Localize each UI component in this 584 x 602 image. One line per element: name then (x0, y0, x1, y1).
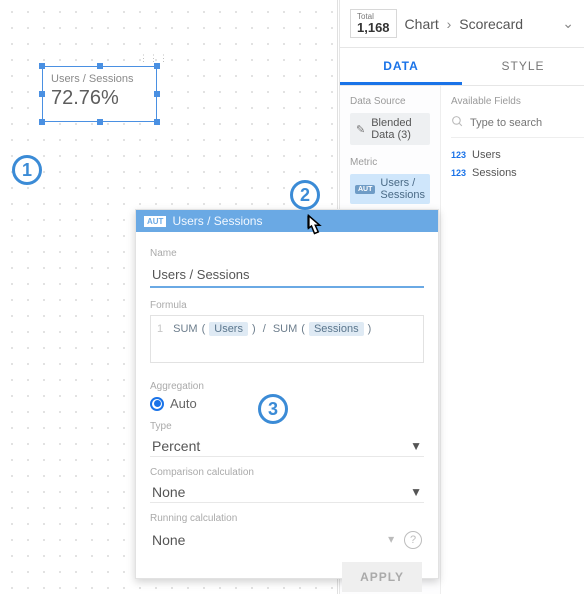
resize-handle[interactable] (154, 91, 160, 97)
annotation-3: 3 (258, 394, 288, 424)
chevron-right-icon: › (447, 16, 452, 32)
apply-button[interactable]: APPLY (342, 562, 422, 592)
resize-handle[interactable] (154, 119, 160, 125)
formula-editor[interactable]: 1 SUM( Users ) / SUM( Sessions ) (150, 315, 424, 363)
running-label: Running calculation (150, 513, 424, 524)
aggregation-value: Auto (170, 396, 197, 411)
search-icon (451, 115, 464, 131)
resize-handle[interactable] (39, 91, 45, 97)
available-fields-title: Available Fields (451, 96, 584, 107)
resize-handle[interactable] (39, 63, 45, 69)
caret-down-icon: ▾ (388, 532, 394, 546)
resize-handle[interactable] (154, 63, 160, 69)
aut-badge: AUT (144, 216, 166, 227)
formula-field-chip: Users (209, 322, 248, 336)
field-row[interactable]: 123 Users (451, 146, 584, 164)
chevron-down-icon[interactable]: ⌄ (562, 15, 574, 32)
comparison-select[interactable]: None ▼ (150, 482, 424, 503)
crumb-chart: Chart (405, 16, 439, 32)
available-fields-column: Available Fields 123 Users 123 Sessions (441, 86, 584, 594)
running-value: None (152, 532, 185, 548)
numeric-icon: 123 (451, 168, 466, 178)
search-input[interactable] (470, 117, 584, 129)
panel-header: Total 1,168 Chart › Scorecard ⌄ (340, 0, 584, 48)
data-source-title: Data Source (350, 96, 430, 107)
crumb-scorecard: Scorecard (459, 16, 523, 32)
scorecard-label: Users / Sessions (43, 67, 156, 85)
field-label: Sessions (472, 167, 517, 179)
total-value: 1,168 (357, 21, 390, 35)
metric-editor-popup: AUT Users / Sessions Name Formula 1 SUM(… (135, 209, 439, 579)
running-select[interactable]: None ▾ ? (150, 528, 424, 552)
annotation-1: 1 (12, 155, 42, 185)
comparison-value: None (152, 484, 185, 500)
breadcrumb[interactable]: Chart › Scorecard (405, 16, 563, 32)
aut-badge: AUT (355, 185, 375, 194)
type-select[interactable]: Percent ▼ (150, 436, 424, 457)
caret-down-icon: ▼ (410, 439, 422, 453)
line-number: 1 (157, 323, 163, 335)
tab-data[interactable]: DATA (340, 48, 462, 85)
formula-label: Formula (150, 300, 424, 311)
data-source-chip[interactable]: ✎ Blended Data (3) (350, 113, 430, 145)
popup-title: Users / Sessions (172, 214, 262, 228)
metric-title: Metric (350, 157, 430, 168)
panel-tabs: DATA STYLE (340, 48, 584, 86)
resize-handle[interactable] (39, 119, 45, 125)
field-row[interactable]: 123 Sessions (451, 164, 584, 182)
metric-chip[interactable]: AUT Users / Sessions (350, 174, 430, 204)
metric-value: Users / Sessions (380, 177, 425, 201)
total-box: Total 1,168 (350, 9, 397, 38)
name-input[interactable] (150, 263, 424, 288)
field-label: Users (472, 149, 501, 161)
pointer-cursor-icon (298, 211, 328, 252)
formula-field-chip: Sessions (309, 322, 364, 336)
numeric-icon: 123 (451, 150, 466, 160)
pencil-icon: ✎ (356, 123, 365, 136)
radio-icon (150, 397, 164, 411)
help-icon[interactable]: ? (404, 531, 422, 549)
resize-handle[interactable] (97, 63, 103, 69)
name-label: Name (150, 248, 424, 259)
caret-down-icon: ▼ (410, 485, 422, 499)
type-value: Percent (152, 438, 200, 454)
tab-style[interactable]: STYLE (462, 48, 584, 85)
aggregation-label: Aggregation (150, 381, 424, 392)
type-label: Type (150, 421, 424, 432)
comparison-label: Comparison calculation (150, 467, 424, 478)
popup-header: AUT Users / Sessions (136, 210, 438, 232)
data-source-value: Blended Data (3) (371, 117, 424, 141)
scorecard[interactable]: ⋮⋮⋮ Users / Sessions 72.76% (42, 66, 157, 122)
scorecard-value: 72.76% (43, 85, 156, 116)
resize-handle[interactable] (97, 119, 103, 125)
annotation-2: 2 (290, 180, 320, 210)
fields-search[interactable] (451, 113, 584, 138)
